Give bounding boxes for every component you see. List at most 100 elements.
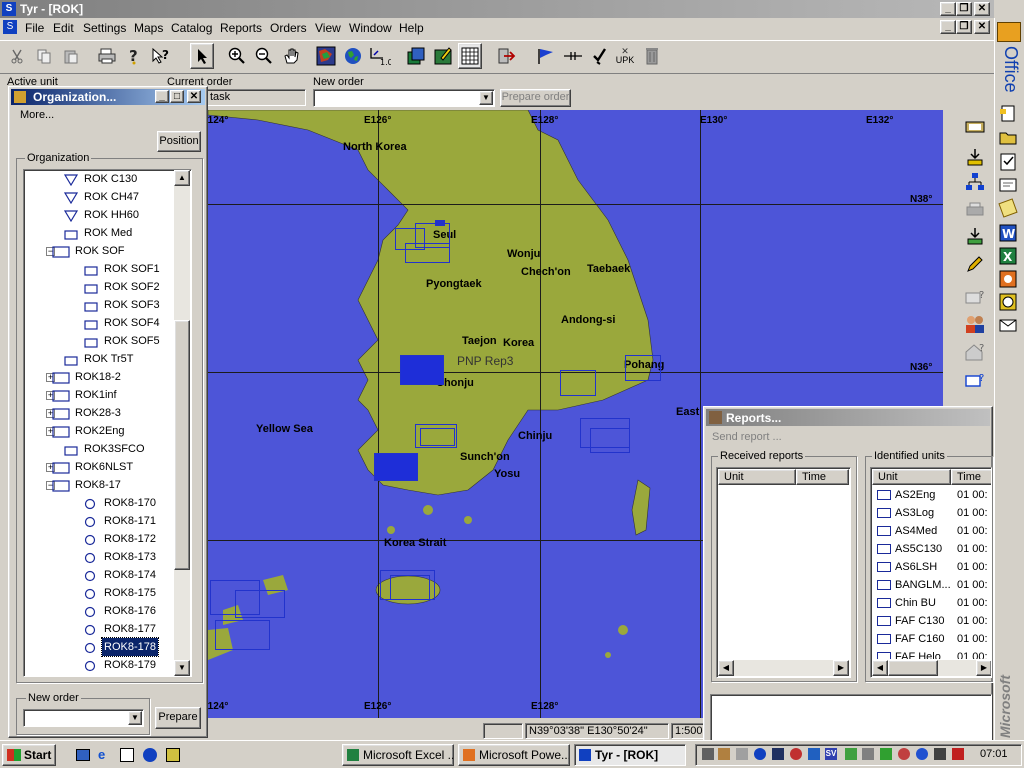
prepare-order-button[interactable]: Prepare order (500, 89, 571, 107)
more-link[interactable]: More... (20, 109, 54, 121)
report-text-area[interactable] (710, 694, 992, 742)
help-icon[interactable]: ? (122, 43, 146, 69)
col-unit-header[interactable]: Unit (872, 469, 951, 485)
menu-catalog[interactable]: Catalog (171, 20, 212, 37)
tree-item[interactable]: − ROK SOF (24, 242, 174, 260)
mail-query-icon[interactable]: ? (962, 285, 988, 309)
unit-row[interactable]: AS6LSH 01 00: (871, 558, 991, 576)
h-scrollbar[interactable]: ◀ ▶ (718, 660, 849, 676)
send-report-link[interactable]: Send report ... (712, 431, 782, 443)
tree-item[interactable]: ROK HH60 (24, 206, 174, 224)
hierarchy-icon[interactable] (962, 170, 988, 194)
pointer-icon[interactable] (190, 43, 214, 69)
quicklaunch-media-icon[interactable] (143, 748, 157, 762)
menu-maps[interactable]: Maps (134, 20, 163, 37)
print-icon[interactable] (95, 43, 119, 69)
restore-button[interactable]: ❐ (956, 2, 972, 16)
word-icon[interactable]: W (998, 223, 1018, 243)
tree-item[interactable]: ROK SOF1 (24, 260, 174, 278)
position-button[interactable]: Position (157, 131, 201, 152)
org-prepare-button[interactable]: Prepare (155, 707, 201, 729)
tray-app-icon[interactable] (862, 748, 874, 760)
task-icon[interactable] (998, 152, 1018, 172)
close-button[interactable]: ✕ (974, 2, 990, 16)
tree-item[interactable]: ROK8-171 (24, 512, 174, 530)
menu-view[interactable]: View (315, 20, 341, 37)
menu-help[interactable]: Help (399, 20, 424, 37)
tree-item[interactable]: + ROK2Eng (24, 422, 174, 440)
minimize-button[interactable]: _ (940, 2, 956, 16)
unit-symbol-cluster[interactable] (560, 370, 600, 400)
col-time-header[interactable]: Time (796, 469, 849, 485)
tree-item[interactable]: ROK8-178 (24, 637, 174, 657)
tree-item[interactable]: ROK SOF5 (24, 332, 174, 350)
export-icon[interactable] (494, 43, 518, 69)
menu-edit[interactable]: Edit (53, 20, 74, 37)
unit-symbol-cluster[interactable] (625, 355, 665, 385)
zoom-in-icon[interactable] (225, 43, 249, 69)
pan-hand-icon[interactable] (279, 43, 303, 69)
tree-item[interactable]: ROK SOF4 (24, 314, 174, 332)
doc-restore-button[interactable]: ❐ (956, 20, 972, 34)
powerpoint-icon[interactable] (998, 269, 1018, 289)
unit-row[interactable]: BANGLM... 01 00: (871, 576, 991, 594)
tray-network-icon[interactable] (754, 748, 766, 760)
scroll-thumb[interactable] (888, 660, 938, 676)
tree-item[interactable]: ROK8-176 (24, 602, 174, 620)
unit-symbol-cluster[interactable] (210, 580, 290, 660)
tree-item[interactable]: ROK Tr5T (24, 350, 174, 368)
flag-icon[interactable] (534, 43, 558, 69)
tray-app-icon[interactable] (880, 748, 892, 760)
map-frame-icon[interactable] (962, 115, 988, 139)
scroll-left-arrow[interactable]: ◀ (718, 660, 734, 676)
unit-row[interactable]: AS4Med 01 00: (871, 522, 991, 540)
clock-icon[interactable] (998, 292, 1018, 312)
tree-item[interactable]: ROK3SFCO (24, 440, 174, 458)
identified-units-list[interactable]: Unit Time AS2Eng 01 00: AS3Log 01 00: AS4Med… (870, 467, 992, 678)
grid-icon[interactable] (458, 43, 482, 69)
tray-tools-icon[interactable] (718, 748, 730, 760)
upk-icon[interactable]: ✕ UPK (613, 43, 637, 69)
scroll-left-arrow[interactable]: ◀ (872, 660, 888, 676)
office-logo-icon[interactable] (997, 22, 1021, 42)
pencil-icon[interactable] (962, 252, 988, 276)
col-unit-header[interactable]: Unit (718, 469, 796, 485)
unit-row[interactable]: AS3Log 01 00: (871, 504, 991, 522)
menu-window[interactable]: Window (349, 20, 392, 37)
scale-icon[interactable]: 1.0 (368, 43, 392, 69)
note-icon[interactable] (998, 198, 1018, 218)
tree-item[interactable]: ROK8-175 (24, 584, 174, 602)
quicklaunch-app-icon[interactable] (166, 748, 180, 762)
tree-item[interactable]: + ROK18-2 (24, 368, 174, 386)
menu-orders[interactable]: Orders (270, 20, 307, 37)
tree-item[interactable]: ROK8-173 (24, 548, 174, 566)
tree-item[interactable]: ROK8-179 (24, 656, 174, 674)
unit-symbol-cluster[interactable] (400, 355, 448, 390)
tree-item[interactable]: ROK CH47 (24, 188, 174, 206)
tree-item[interactable]: ROK8-174 (24, 566, 174, 584)
unit-symbol-cluster[interactable] (380, 570, 440, 610)
globe-icon[interactable] (341, 43, 365, 69)
menu-file[interactable]: File (25, 20, 44, 37)
tree-item[interactable]: ROK8-177 (24, 620, 174, 638)
delete-icon[interactable] (640, 43, 664, 69)
tray-app-icon[interactable] (916, 748, 928, 760)
tray-shield-icon[interactable] (790, 748, 802, 760)
people-icon[interactable] (962, 312, 988, 336)
zoom-out-icon[interactable] (252, 43, 276, 69)
tree-item[interactable]: ROK8-172 (24, 530, 174, 548)
tree-item[interactable]: ROK C130 (24, 170, 174, 188)
checkmark-icon[interactable] (588, 43, 612, 69)
tray-app-icon[interactable] (934, 748, 946, 760)
tree-item[interactable]: + ROK6NLST (24, 458, 174, 476)
scroll-thumb[interactable] (174, 320, 190, 570)
org-maximize-button[interactable]: □ (170, 90, 184, 103)
unit-row[interactable]: AS5C130 01 00: (871, 540, 991, 558)
highlight-icon[interactable] (431, 43, 455, 69)
task-tyr[interactable]: Tyr - [ROK] (574, 744, 686, 766)
unit-row[interactable]: FAF Helo 01 00: (871, 648, 991, 659)
scroll-right-arrow[interactable]: ▶ (833, 660, 849, 676)
tray-chart-icon[interactable] (845, 748, 857, 760)
tree-scrollbar[interactable]: ▲ ▼ (174, 170, 190, 676)
doc-close-button[interactable]: ✕ (974, 20, 990, 34)
